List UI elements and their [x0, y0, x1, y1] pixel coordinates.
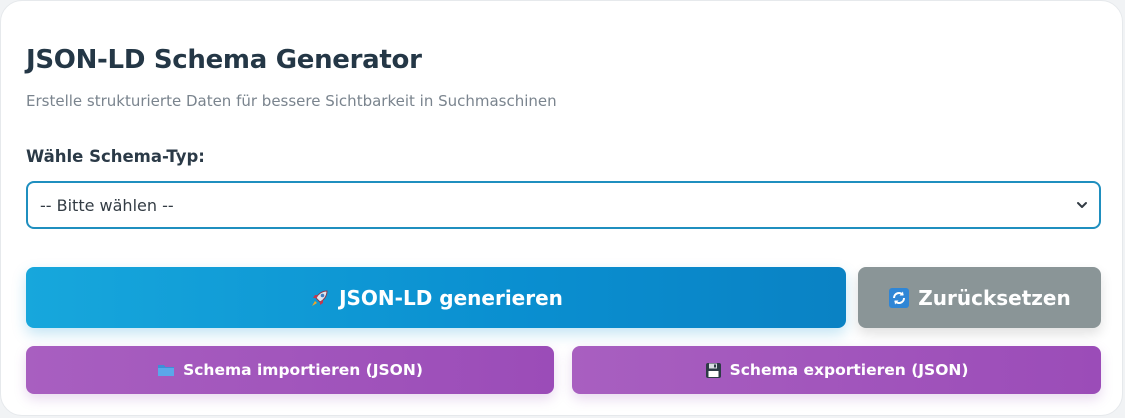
reset-button[interactable]: Zurücksetzen [858, 267, 1101, 328]
reset-button-label: Zurücksetzen [918, 285, 1071, 310]
rocket-icon [309, 287, 331, 309]
refresh-icon [888, 287, 910, 309]
floppy-disk-icon [705, 362, 722, 379]
export-button-label: Schema exportieren (JSON) [729, 361, 969, 379]
schema-type-label: Wähle Schema-Typ: [26, 147, 205, 166]
import-button-label: Schema importieren (JSON) [183, 361, 423, 379]
schema-type-selected-value: -- Bitte wählen -- [40, 195, 174, 215]
page-subtitle: Erstelle strukturierte Daten für bessere… [26, 92, 557, 110]
export-schema-button[interactable]: Schema exportieren (JSON) [572, 346, 1101, 394]
folder-icon [157, 362, 175, 378]
page-title: JSON-LD Schema Generator [26, 45, 422, 75]
generate-button-label: JSON-LD generieren [339, 285, 563, 310]
chevron-down-icon [1077, 202, 1087, 208]
import-schema-button[interactable]: Schema importieren (JSON) [26, 346, 554, 394]
schema-type-select[interactable]: -- Bitte wählen -- [26, 181, 1101, 229]
schema-generator-card: JSON-LD Schema Generator Erstelle strukt… [0, 0, 1123, 416]
generate-json-ld-button[interactable]: JSON-LD generieren [26, 267, 846, 328]
